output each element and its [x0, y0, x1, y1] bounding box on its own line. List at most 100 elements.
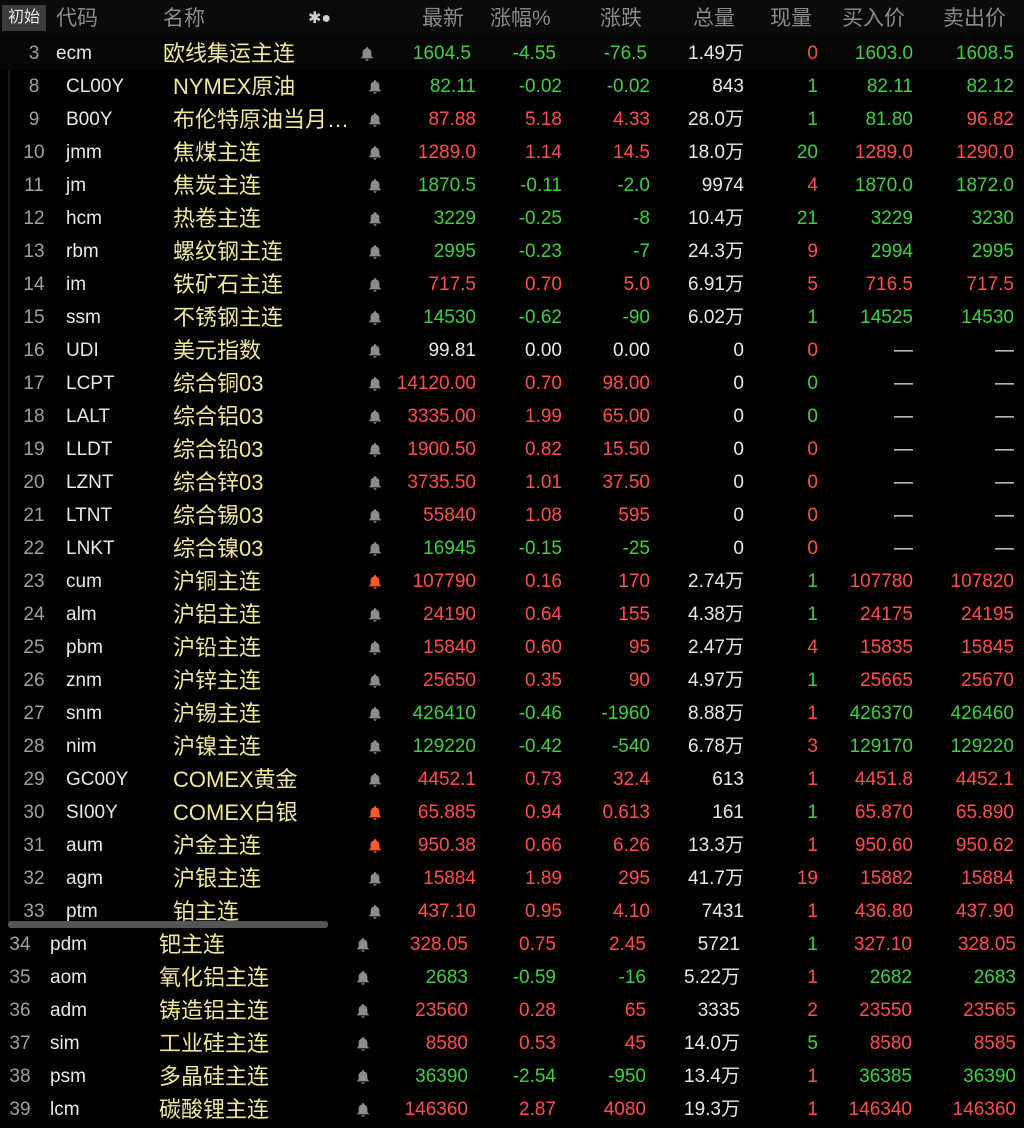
- col-header-alert[interactable]: ✱●: [308, 0, 331, 37]
- table-row[interactable]: 26 znm 沪锌主连 25650 0.35 90 4.97万 1 25665 25670: [0, 664, 1024, 697]
- bell-icon[interactable]: [366, 697, 384, 730]
- bell-icon[interactable]: [366, 664, 384, 697]
- last-price: 4452.1: [417, 769, 476, 790]
- horizontal-scrollbar[interactable]: [8, 921, 328, 928]
- change-amount: 170: [618, 571, 650, 592]
- table-row[interactable]: 10 jmm 焦煤主连 1289.0 1.14 14.5 18.0万 20 1289.0 1290…: [0, 136, 1024, 169]
- col-header-current[interactable]: 现量: [770, 0, 812, 37]
- col-header-code[interactable]: 代码: [56, 0, 98, 37]
- bell-icon[interactable]: [354, 1027, 372, 1060]
- table-row[interactable]: 31 aum 沪金主连 950.38 0.66 6.26 13.3万 1 950.60 950.6…: [0, 829, 1024, 862]
- bell-icon[interactable]: [366, 367, 384, 400]
- table-row[interactable]: 18 LALT 综合铝03 3335.00 1.99 65.00 0 0 — —: [0, 400, 1024, 433]
- bell-icon[interactable]: [366, 268, 384, 301]
- bell-icon[interactable]: [366, 103, 384, 136]
- table-row[interactable]: 37 sim 工业硅主连 8580 0.53 45 14.0万 5 8580 8585: [0, 1027, 1024, 1060]
- table-row[interactable]: 23 cum 沪铜主连 107790 0.16 170 2.74万 1 107780 107820: [0, 565, 1024, 598]
- table-row[interactable]: 30 SI00Y COMEX白银 65.885 0.94 0.613 161 1 65.870 6…: [0, 796, 1024, 829]
- ask-price: 15884: [961, 868, 1014, 889]
- col-header-last[interactable]: 最新: [422, 0, 464, 37]
- table-row[interactable]: 39 lcm 碳酸锂主连 146360 2.87 4080 19.3万 1 146340 1463…: [0, 1093, 1024, 1126]
- bell-icon[interactable]: [366, 565, 384, 598]
- table-row[interactable]: 35 aom 氧化铝主连 2683 -0.59 -16 5.22万 1 2682 2683: [0, 961, 1024, 994]
- bell-icon[interactable]: [366, 532, 384, 565]
- col-header-name[interactable]: 名称: [163, 0, 205, 37]
- table-row[interactable]: 17 LCPT 综合铜03 14120.00 0.70 98.00 0 0 — —: [0, 367, 1024, 400]
- bell-icon[interactable]: [366, 301, 384, 334]
- table-row[interactable]: 3 ecm 欧线集运主连 1604.5 -4.55 -76.5 1.49万 0 1603.0 16…: [0, 37, 1024, 70]
- col-header-bid[interactable]: 买入价: [842, 0, 905, 37]
- change-amount: -540: [611, 736, 650, 757]
- row-index: 34: [9, 934, 31, 955]
- table-row[interactable]: 11 jm 焦炭主连 1870.5 -0.11 -2.0 9974 4 1870.0 1872.0: [0, 169, 1024, 202]
- table-row[interactable]: 9 B00Y 布伦特原油当月… 87.88 5.18 4.33 28.0万 1 81.80 96.…: [0, 103, 1024, 136]
- bell-icon[interactable]: [354, 928, 372, 961]
- table-row[interactable]: 25 pbm 沪铅主连 15840 0.60 95 2.47万 4 15835 15845: [0, 631, 1024, 664]
- bid-price: 2682: [869, 967, 912, 988]
- col-header-ask[interactable]: 卖出价: [943, 0, 1006, 37]
- table-row[interactable]: 14 im 铁矿石主连 717.5 0.70 5.0 6.91万 5 716.5 717.5: [0, 268, 1024, 301]
- ask-price: 24195: [961, 604, 1014, 625]
- total-volume: 6.91万: [688, 274, 744, 295]
- table-row[interactable]: 27 snm 沪锡主连 426410 -0.46 -1960 8.88万 1 426370 426…: [0, 697, 1024, 730]
- table-row[interactable]: 24 alm 沪铝主连 24190 0.64 155 4.38万 1 24175 24195: [0, 598, 1024, 631]
- last-price: 14120.00: [396, 373, 476, 394]
- table-row[interactable]: 13 rbm 螺纹钢主连 2995 -0.23 -7 24.3万 9 2994 2995: [0, 235, 1024, 268]
- bell-icon[interactable]: [366, 598, 384, 631]
- bell-icon[interactable]: [366, 829, 384, 862]
- bell-icon[interactable]: [354, 961, 372, 994]
- bell-icon[interactable]: [366, 763, 384, 796]
- col-header-volume[interactable]: 总量: [693, 0, 735, 37]
- col-header-chg[interactable]: 涨跌: [600, 0, 642, 37]
- bell-icon[interactable]: [366, 862, 384, 895]
- table-row[interactable]: 16 UDI 美元指数 99.81 0.00 0.00 0 0 — —: [0, 334, 1024, 367]
- bell-icon[interactable]: [366, 169, 384, 202]
- table-row[interactable]: 12 hcm 热卷主连 3229 -0.25 -8 10.4万 21 3229 3230: [0, 202, 1024, 235]
- change-amount: 98.00: [602, 373, 650, 394]
- change-percent: 1.89: [525, 868, 562, 889]
- ask-price: 146360: [952, 1099, 1016, 1120]
- table-row[interactable]: 20 LZNT 综合锌03 3735.50 1.01 37.50 0 0 — —: [0, 466, 1024, 499]
- bell-icon[interactable]: [366, 202, 384, 235]
- row-index: 28: [23, 736, 45, 757]
- bell-icon[interactable]: [366, 895, 384, 928]
- initial-tag[interactable]: 初始: [2, 5, 46, 31]
- current-volume: 1: [807, 604, 818, 625]
- total-volume: 0: [733, 538, 744, 559]
- current-volume: 1: [807, 901, 818, 922]
- table-row[interactable]: 21 LTNT 综合锡03 55840 1.08 595 0 0 — —: [0, 499, 1024, 532]
- bell-icon[interactable]: [366, 136, 384, 169]
- bell-icon[interactable]: [366, 631, 384, 664]
- table-row[interactable]: 15 ssm 不锈钢主连 14530 -0.62 -90 6.02万 1 14525 14530: [0, 301, 1024, 334]
- col-header-pct[interactable]: 涨幅%: [490, 0, 551, 37]
- bell-icon[interactable]: [354, 1060, 372, 1093]
- row-index: 38: [9, 1066, 31, 1087]
- bell-icon[interactable]: [366, 466, 384, 499]
- instrument-name: 沪铝主连: [173, 602, 262, 627]
- bell-icon[interactable]: [354, 1093, 372, 1126]
- bell-icon[interactable]: [358, 37, 376, 70]
- table-row[interactable]: 28 nim 沪镍主连 129220 -0.42 -540 6.78万 3 129170 1292…: [0, 730, 1024, 763]
- bell-icon[interactable]: [366, 730, 384, 763]
- bell-icon[interactable]: [366, 235, 384, 268]
- instrument-name: 综合铜03: [173, 371, 264, 396]
- bell-icon[interactable]: [366, 433, 384, 466]
- bid-price: 65.870: [854, 802, 913, 823]
- table-row[interactable]: 29 GC00Y COMEX黄金 4452.1 0.73 32.4 613 1 4451.8 44…: [0, 763, 1024, 796]
- bell-icon[interactable]: [354, 994, 372, 1027]
- table-row[interactable]: 36 adm 铸造铝主连 23560 0.28 65 3335 2 23550 23565: [0, 994, 1024, 1027]
- table-row[interactable]: 22 LNKT 综合镍03 16945 -0.15 -25 0 0 — —: [0, 532, 1024, 565]
- change-amount: -0.02: [606, 76, 650, 97]
- bell-icon[interactable]: [366, 400, 384, 433]
- table-row[interactable]: 19 LLDT 综合铅03 1900.50 0.82 15.50 0 0 — —: [0, 433, 1024, 466]
- bell-icon[interactable]: [366, 70, 384, 103]
- table-row[interactable]: 32 agm 沪银主连 15884 1.89 295 41.7万 19 15882 15884: [0, 862, 1024, 895]
- bell-icon[interactable]: [366, 334, 384, 367]
- table-row[interactable]: 34 pdm 钯主连 328.05 0.75 2.45 5721 1 327.10 328.05: [0, 928, 1024, 961]
- instrument-name: 美元指数: [173, 338, 262, 363]
- table-row[interactable]: 8 CL00Y NYMEX原油 82.11 -0.02 -0.02 843 1 82.11 82.…: [0, 70, 1024, 103]
- bell-icon[interactable]: [366, 499, 384, 532]
- symbol-code: alm: [66, 604, 97, 625]
- bell-icon[interactable]: [366, 796, 384, 829]
- table-row[interactable]: 38 psm 多晶硅主连 36390 -2.54 -950 13.4万 1 36385 36390: [0, 1060, 1024, 1093]
